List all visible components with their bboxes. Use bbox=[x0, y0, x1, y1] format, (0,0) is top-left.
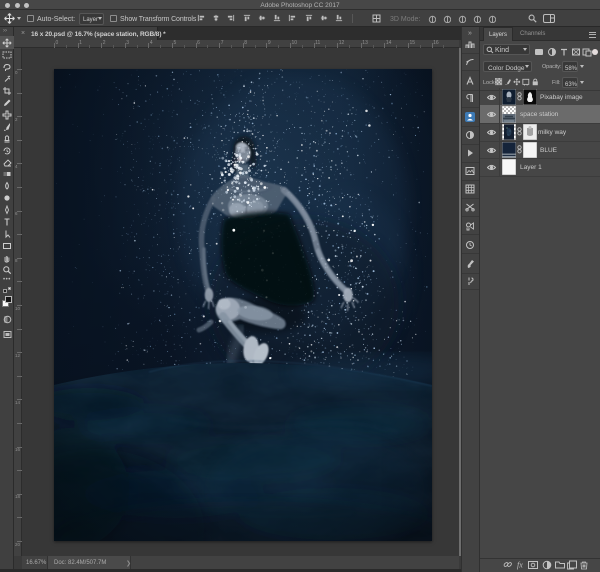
svg-text:fx: fx bbox=[517, 561, 523, 570]
